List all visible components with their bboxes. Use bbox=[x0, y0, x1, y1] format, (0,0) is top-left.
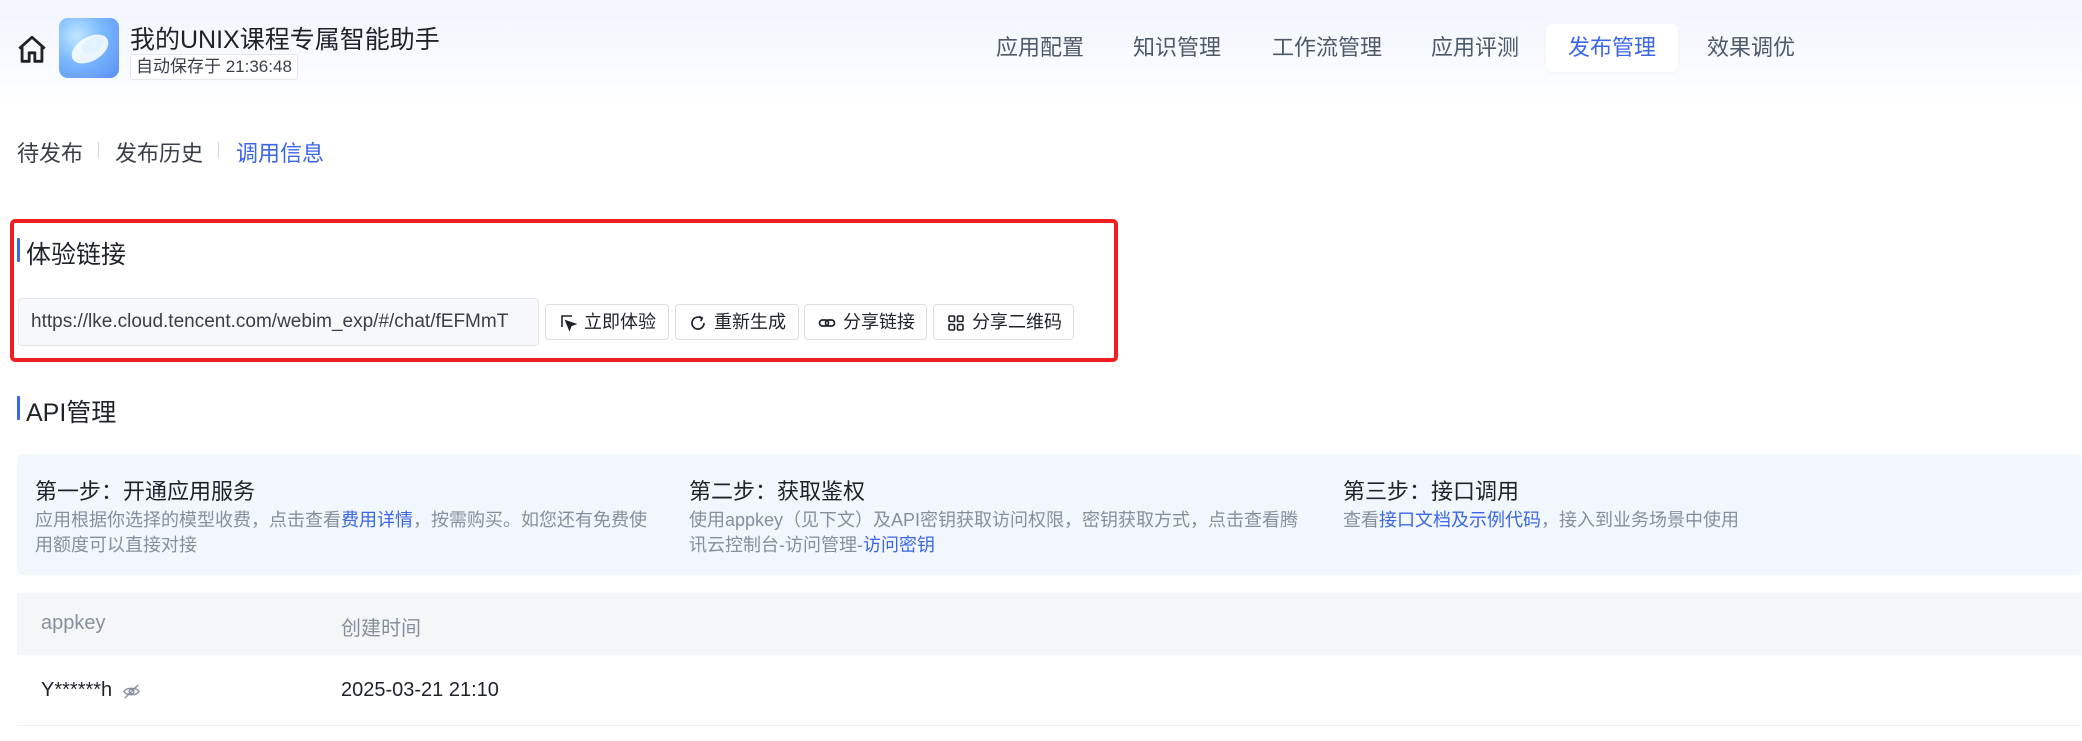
experience-link-title: 体验链接 bbox=[26, 241, 127, 269]
try-now-label: 立即体验 bbox=[584, 312, 656, 332]
step-one-description: 应用根据你选择的模型收费，点击查看费用详情，按需购买。如您还有免费使用额度可以直… bbox=[35, 510, 647, 555]
appkey-value: Y******h bbox=[41, 679, 113, 701]
step-three-description: 查看接口文档及示例代码，接入到业务场景中使用 bbox=[1343, 510, 1739, 530]
section-accent-bar bbox=[17, 238, 20, 262]
nav-effect-tuning[interactable]: 效果调优 bbox=[1707, 24, 1795, 72]
subtab-divider bbox=[218, 142, 219, 158]
app-title: 我的UNIX课程专属智能助手 bbox=[130, 26, 440, 54]
share-qrcode-label: 分享二维码 bbox=[972, 312, 1062, 332]
created-time-value: 2025-03-21 21:10 bbox=[341, 679, 499, 701]
eye-off-icon[interactable] bbox=[122, 682, 141, 701]
step-three-title: 第三步：接口调用 bbox=[1343, 479, 1520, 504]
column-header-created-time: 创建时间 bbox=[341, 618, 421, 640]
api-docs-link[interactable]: 接口文档及示例代码 bbox=[1379, 510, 1541, 530]
column-header-appkey: appkey bbox=[41, 612, 106, 634]
subtab-divider bbox=[98, 142, 99, 158]
step-two-title: 第二步：获取鉴权 bbox=[689, 479, 866, 504]
subtab-call-info[interactable]: 调用信息 bbox=[236, 136, 324, 168]
home-icon[interactable] bbox=[15, 33, 49, 67]
step-two-description: 使用appkey（见下文）及API密钥获取访问权限，密钥获取方式，点击查看腾讯云… bbox=[689, 510, 1299, 555]
access-key-link[interactable]: 访问密钥 bbox=[863, 535, 935, 555]
subtab-pending-publish[interactable]: 待发布 bbox=[17, 136, 83, 168]
share-link-button[interactable]: 分享链接 bbox=[804, 304, 927, 340]
page: 我的UNIX课程专属智能助手 自动保存于 21:36:48 应用配置 知识管理 … bbox=[0, 0, 2082, 741]
table-row-divider bbox=[17, 725, 2082, 726]
experience-url-field[interactable]: https://lke.cloud.tencent.com/webim_exp/… bbox=[18, 298, 539, 346]
regenerate-button[interactable]: 重新生成 bbox=[675, 304, 799, 340]
subtab-publish-history[interactable]: 发布历史 bbox=[115, 136, 203, 168]
api-management-title: API管理 bbox=[26, 399, 117, 427]
fee-details-link[interactable]: 费用详情 bbox=[341, 510, 413, 530]
nav-workflow-management[interactable]: 工作流管理 bbox=[1272, 24, 1382, 72]
nav-app-config[interactable]: 应用配置 bbox=[996, 24, 1084, 72]
share-qrcode-button[interactable]: 分享二维码 bbox=[933, 304, 1074, 340]
step-one-title: 第一步：开通应用服务 bbox=[35, 479, 256, 504]
app-header: 我的UNIX课程专属智能助手 自动保存于 21:36:48 应用配置 知识管理 … bbox=[0, 0, 2082, 105]
regenerate-label: 重新生成 bbox=[714, 312, 786, 332]
try-now-button[interactable]: 立即体验 bbox=[545, 304, 669, 340]
appkey-table-header bbox=[17, 593, 2082, 655]
autosave-status: 自动保存于 21:36:48 bbox=[130, 54, 298, 80]
section-accent-bar bbox=[17, 396, 20, 420]
qrcode-icon bbox=[948, 315, 964, 331]
share-link-label: 分享链接 bbox=[843, 312, 915, 332]
cursor-click-icon bbox=[561, 315, 577, 332]
app-logo bbox=[59, 18, 119, 78]
nav-app-evaluation[interactable]: 应用评测 bbox=[1431, 24, 1519, 72]
refresh-icon bbox=[691, 315, 705, 330]
nav-knowledge-management[interactable]: 知识管理 bbox=[1133, 24, 1221, 72]
link-icon bbox=[818, 319, 836, 327]
nav-publish-management[interactable]: 发布管理 bbox=[1546, 24, 1679, 72]
